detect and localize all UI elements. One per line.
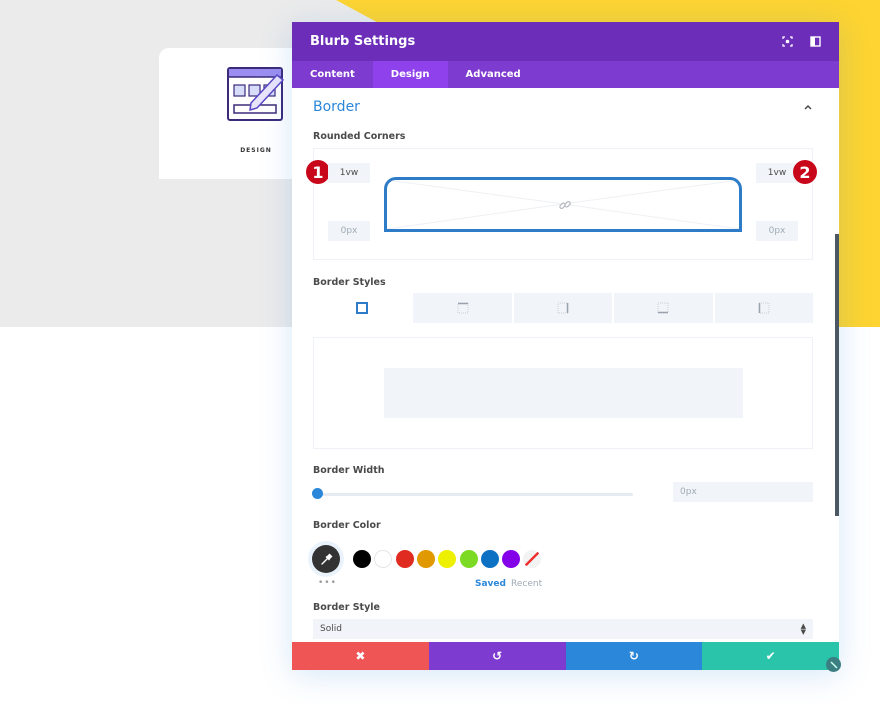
border-width-input[interactable]: 0px [673,482,813,502]
border-bottom-icon [657,302,669,314]
border-styles-label: Border Styles [313,277,386,288]
blurb-module-card[interactable]: DESIGN [159,48,309,179]
border-width-label: Border Width [313,465,385,476]
modal-title: Blurb Settings [310,34,416,49]
recent-colors-tab[interactable]: Recent [511,579,542,589]
color-swatch[interactable] [459,550,478,568]
redo-icon: ↻ [628,649,639,663]
resize-icon [829,660,838,669]
page: DESIGN Blurb Settings Content Design Adv… [0,0,880,704]
color-swatch[interactable] [438,550,457,568]
color-picker-button[interactable] [312,545,340,573]
border-top-icon [457,302,469,314]
cancel-button[interactable]: ✖ [292,642,429,670]
border-styles-tabs [313,293,814,323]
section-title-border[interactable]: Border [313,99,360,115]
tab-advanced[interactable]: Advanced [448,61,539,88]
save-button[interactable]: ✔ [702,642,839,670]
border-color-label: Border Color [313,520,381,531]
design-window-pencil-icon [227,67,285,121]
corner-bottom-right-input[interactable]: 0px [756,221,798,241]
annotation-badge-1: 1 [306,160,330,184]
saved-colors-tab[interactable]: Saved [475,579,506,589]
link-icon[interactable] [558,198,572,212]
corner-bottom-left-input[interactable]: 0px [328,221,370,241]
corner-top-left-input[interactable]: 1vw [328,163,370,183]
corner-preview [384,177,742,232]
tab-content[interactable]: Content [292,61,373,88]
close-icon: ✖ [355,649,366,663]
color-swatch[interactable] [374,550,393,568]
annotation-badge-2: 2 [793,160,817,184]
color-swatch[interactable] [416,550,435,568]
border-styles-preview [313,337,813,449]
border-width-slider-track[interactable] [318,493,633,496]
modal-scrollbar[interactable] [835,234,839,516]
resize-handle[interactable] [826,657,841,672]
chevron-up-icon[interactable] [803,102,813,112]
border-side-top-tab[interactable] [413,293,512,323]
color-swatch[interactable] [395,550,414,568]
focus-mode-icon[interactable] [781,36,793,48]
rounded-corners-label: Rounded Corners [313,131,406,142]
redo-button[interactable]: ↻ [565,642,703,670]
eyedropper-icon [320,553,332,565]
check-icon: ✔ [765,649,776,663]
border-style-value: Solid [320,624,342,634]
border-side-right-tab[interactable] [513,293,613,323]
border-left-icon [758,302,770,314]
modal-footer: ✖ ↺ ↻ ✔ [292,642,839,670]
swatch-transparent[interactable] [523,550,542,568]
color-swatch[interactable] [480,550,499,568]
select-arrows-icon: ▲ ▼ [800,622,806,636]
undo-button[interactable]: ↺ [428,642,566,670]
sidebar-toggle-icon[interactable] [809,36,821,48]
border-style-select[interactable]: Solid ▲ ▼ [313,619,813,639]
tab-bar: Content Design Advanced [292,61,839,88]
modal-header[interactable]: Blurb Settings [292,22,839,61]
undo-icon: ↺ [492,649,503,663]
border-side-left-tab[interactable] [714,293,814,323]
border-right-icon [557,302,569,314]
border-all-icon [356,302,369,314]
border-width-slider-thumb[interactable] [312,488,323,499]
settings-modal: Blurb Settings Content Design Advanced B… [292,22,839,670]
border-side-bottom-tab[interactable] [614,293,713,323]
border-preview-box [384,368,743,418]
corner-top-right-input[interactable]: 1vw [756,163,798,183]
more-colors-dots[interactable]: ••• [318,578,337,588]
border-style-label: Border Style [313,602,380,613]
border-side-all-tab[interactable] [313,293,412,323]
rounded-corners-control: 1 1vw 0px 1vw 0px 2 [306,148,817,260]
color-swatch[interactable] [353,550,371,568]
tab-design[interactable]: Design [372,61,448,88]
modal-body: Border Rounded Corners 1 1vw 0px 1vw 0px… [292,88,839,643]
color-swatch[interactable] [502,550,521,568]
